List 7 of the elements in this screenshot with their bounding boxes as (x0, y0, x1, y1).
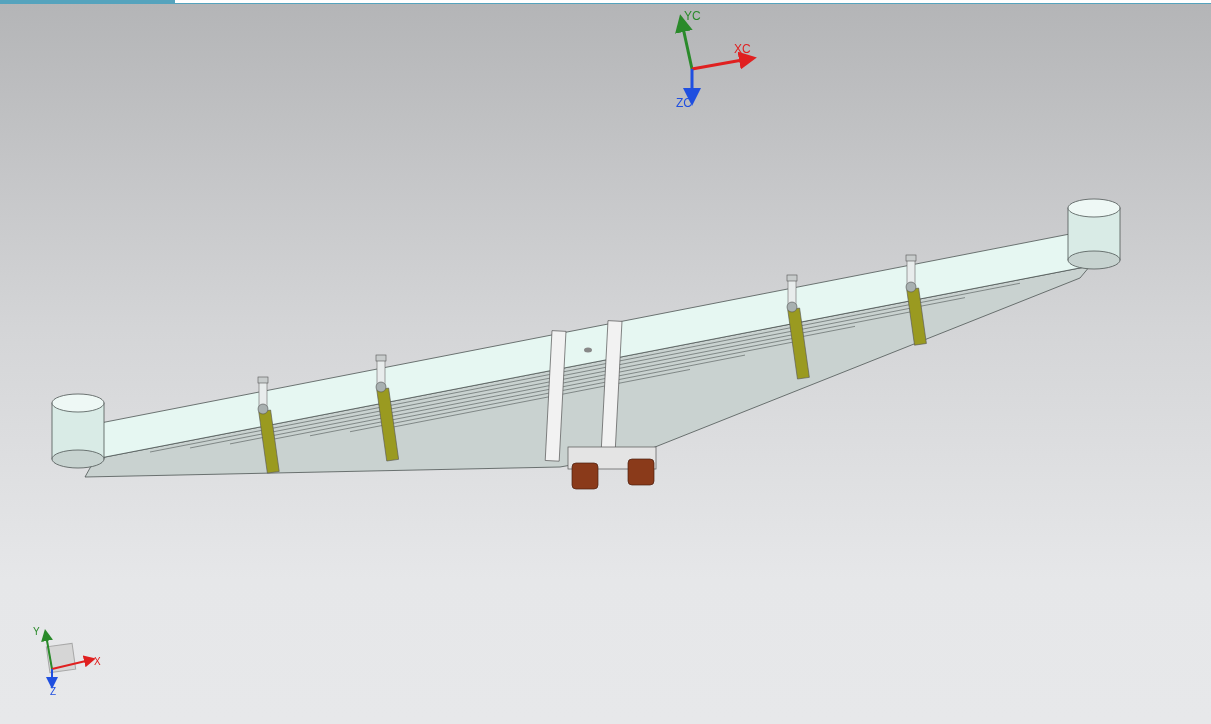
axis-label: YC (684, 9, 701, 23)
axis-label: Z (50, 686, 57, 697)
axis-label: XC (734, 42, 751, 56)
axis-label: Y (33, 626, 40, 637)
view-orientation-triad (41, 629, 96, 689)
axis-label: X (94, 656, 101, 667)
active-tab-indicator[interactable] (0, 0, 175, 3)
